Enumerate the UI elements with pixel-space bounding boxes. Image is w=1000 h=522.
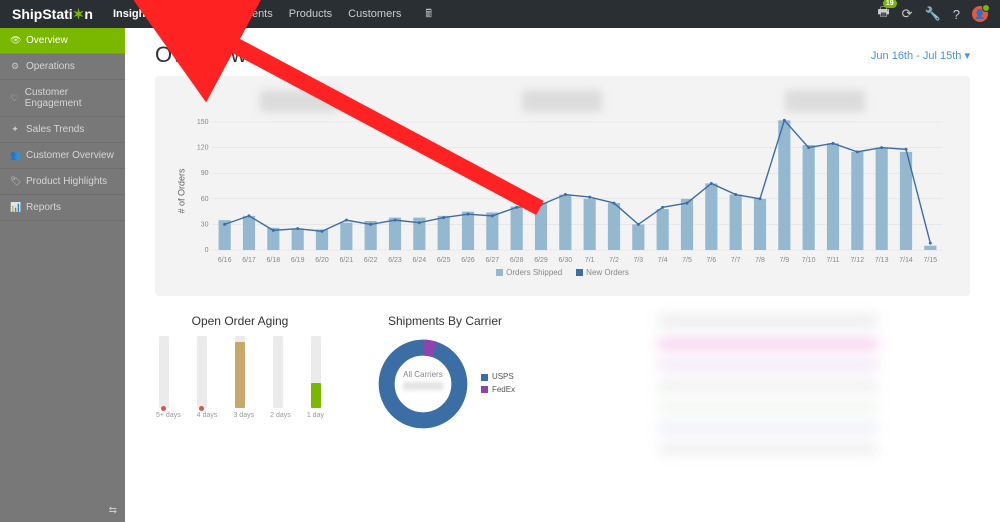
svg-text:7/13: 7/13 [875, 257, 889, 264]
sidebar-item-reports[interactable]: 📊 Reports [0, 195, 125, 221]
svg-text:6/18: 6/18 [267, 257, 281, 264]
svg-text:6/16: 6/16 [218, 257, 232, 264]
calculator-icon[interactable]: 🖩 [417, 0, 440, 28]
sidebar-item-sales-trends[interactable]: ✦ Sales Trends [0, 117, 125, 143]
blurred-side-panel [565, 314, 970, 454]
svg-text:7/3: 7/3 [633, 257, 643, 264]
sidebar-collapse-icon[interactable]: ⇆ [0, 499, 125, 522]
donut-title: Shipments By Carrier [355, 314, 535, 328]
carrier-legend: USPS FedEx [481, 371, 515, 397]
sidebar-item-label: Operations [26, 61, 75, 72]
tag-icon: 🏷 [10, 176, 20, 187]
svg-text:7/14: 7/14 [899, 257, 913, 264]
sidebar-item-overview[interactable]: 👁 Overview [0, 28, 125, 54]
aging-title: Open Order Aging [155, 314, 325, 328]
svg-text:6/24: 6/24 [413, 257, 427, 264]
svg-text:7/8: 7/8 [755, 257, 765, 264]
svg-text:7/15: 7/15 [924, 257, 938, 264]
sidebar-item-label: Customer Overview [26, 150, 114, 161]
svg-text:7/1: 7/1 [585, 257, 595, 264]
tab-shipments[interactable]: Shipments [213, 0, 281, 28]
users-icon: 👥 [10, 150, 20, 161]
svg-text:# of Orders: # of Orders [177, 168, 187, 214]
sidebar-item-label: Overview [26, 35, 68, 46]
svg-text:6/19: 6/19 [291, 257, 305, 264]
svg-text:30: 30 [201, 221, 209, 228]
settings-wrench-icon[interactable]: 🔧 [925, 6, 941, 22]
print-queue-count: 19 [883, 0, 897, 8]
orders-chart-panel: 0 30 60 90 120 150 # of Orders 6/16 6/17 6/18 6/19… [155, 76, 970, 296]
page-title: Overview [155, 42, 247, 68]
svg-text:7/2: 7/2 [609, 257, 619, 264]
carrier-donut: All Carriers [375, 336, 471, 432]
svg-text:7/9: 7/9 [779, 257, 789, 264]
svg-text:60: 60 [201, 196, 209, 203]
svg-text:7/5: 7/5 [682, 257, 692, 264]
sidebar-item-label: Customer Engagement [25, 87, 115, 109]
user-avatar[interactable]: 👤 [972, 6, 988, 22]
svg-text:6/20: 6/20 [315, 257, 329, 264]
main-content: Overview Jun 16th - Jul 15th ▾ 0 30 60 90 12… [125, 28, 1000, 522]
summary-blurred [169, 90, 956, 112]
svg-text:90: 90 [201, 170, 209, 177]
bar-icon: 📊 [10, 202, 20, 213]
svg-text:6/22: 6/22 [364, 257, 378, 264]
gears-icon: ⚙ [10, 61, 20, 72]
sidebar-item-product-highlights[interactable]: 🏷 Product Highlights [0, 169, 125, 195]
tab-customers[interactable]: Customers [340, 0, 409, 28]
nav-tabs: Insights Orders Shipments Products Custo… [105, 0, 440, 28]
tab-orders[interactable]: Orders [163, 0, 213, 28]
refresh-icon[interactable]: ⟳ [902, 6, 913, 22]
print-queue-button[interactable]: 🖶19 [877, 3, 889, 25]
svg-text:0: 0 [205, 247, 209, 254]
orders-chart: 0 30 60 90 120 150 # of Orders 6/16 6/17 6/18 6/19… [169, 116, 956, 266]
open-order-aging: Open Order Aging 5+ days4 days3 days2 da… [155, 314, 325, 454]
trend-icon: ✦ [10, 124, 20, 135]
help-icon[interactable]: ? [953, 7, 960, 22]
svg-text:7/4: 7/4 [658, 257, 668, 264]
svg-text:6/26: 6/26 [461, 257, 475, 264]
svg-text:7/7: 7/7 [731, 257, 741, 264]
svg-text:120: 120 [197, 145, 209, 152]
svg-text:7/12: 7/12 [851, 257, 865, 264]
shipments-by-carrier: Shipments By Carrier All Carriers U [355, 314, 535, 454]
sidebar-item-label: Product Highlights [26, 176, 107, 187]
donut-center-label: All Carriers [403, 370, 443, 379]
date-range-picker[interactable]: Jun 16th - Jul 15th ▾ [871, 49, 970, 62]
svg-text:7/6: 7/6 [706, 257, 716, 264]
svg-text:6/28: 6/28 [510, 257, 524, 264]
toolbar-right: 🖶19 ⟳ 🔧 ? 👤 [877, 0, 1000, 28]
brand-logo: ShipStati✶n [0, 6, 105, 23]
tab-insights[interactable]: Insights [105, 0, 163, 28]
sidebar-item-customer-overview[interactable]: 👥 Customer Overview [0, 143, 125, 169]
sidebar-item-label: Reports [26, 202, 61, 213]
sidebar-item-operations[interactable]: ⚙ Operations [0, 54, 125, 80]
sidebar-item-customer-engagement[interactable]: ♡ Customer Engagement [0, 80, 125, 117]
svg-text:6/27: 6/27 [486, 257, 500, 264]
svg-text:7/11: 7/11 [826, 257, 839, 264]
svg-text:150: 150 [197, 119, 209, 126]
chart-legend: Orders Shipped New Orders [169, 268, 956, 277]
heart-icon: ♡ [10, 93, 19, 104]
top-navbar: ShipStati✶n Insights Orders Shipments Pr… [0, 0, 1000, 28]
svg-text:6/23: 6/23 [388, 257, 402, 264]
svg-text:6/30: 6/30 [559, 257, 573, 264]
eye-icon: 👁 [10, 35, 20, 46]
insights-sidebar: 👁 Overview ⚙ Operations ♡ Customer Engageme… [0, 28, 125, 522]
svg-text:7/10: 7/10 [802, 257, 816, 264]
svg-text:6/29: 6/29 [534, 257, 548, 264]
svg-text:6/21: 6/21 [340, 257, 354, 264]
svg-text:6/25: 6/25 [437, 257, 451, 264]
svg-text:6/17: 6/17 [242, 257, 256, 264]
sidebar-item-label: Sales Trends [26, 124, 84, 135]
tab-products[interactable]: Products [281, 0, 340, 28]
